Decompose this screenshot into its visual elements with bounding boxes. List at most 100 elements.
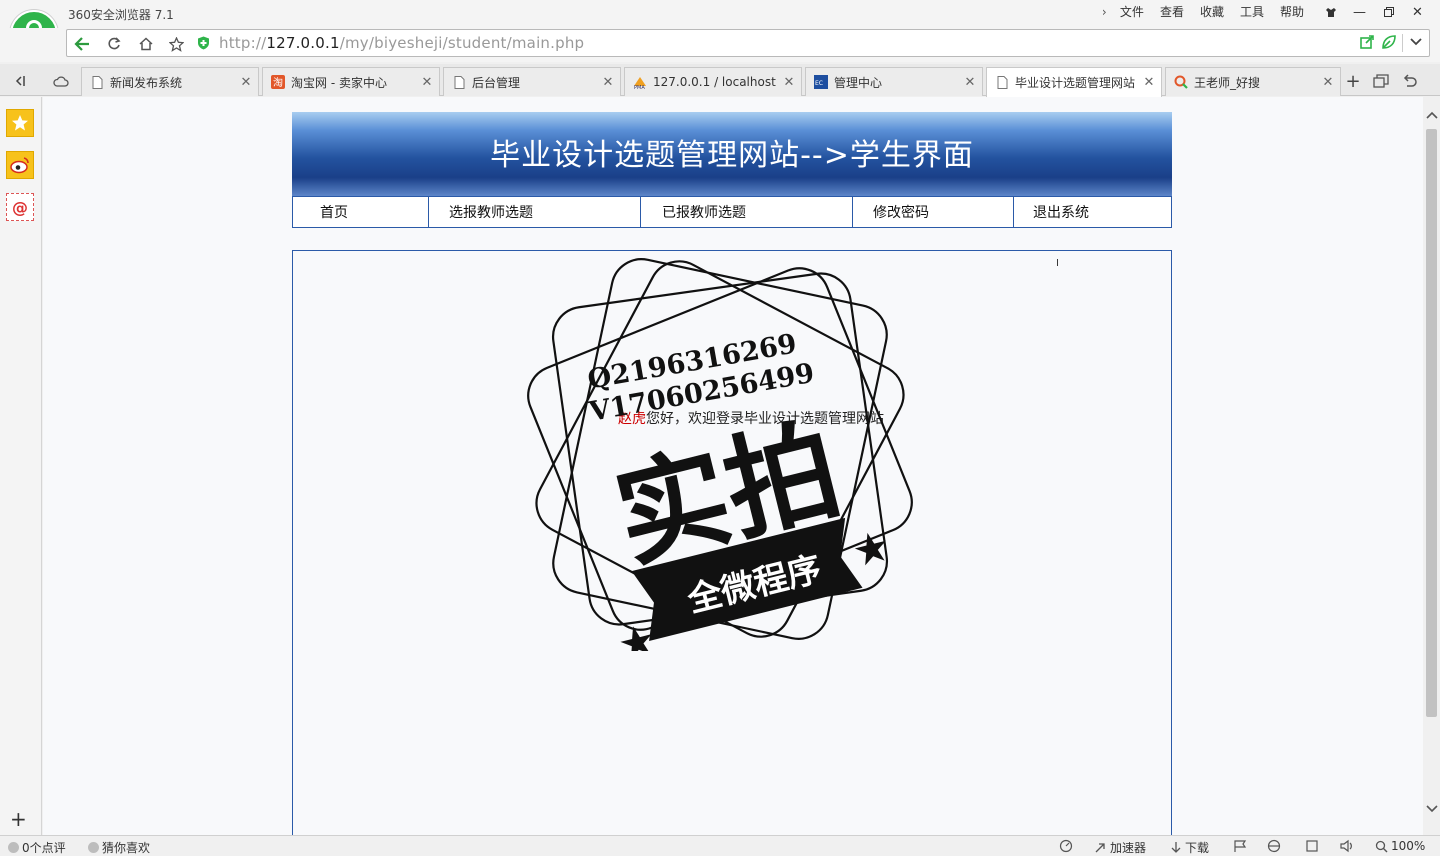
tab-close-icon[interactable]: ✕ [1141, 75, 1157, 90]
nav-select-topic[interactable]: 选报教师选题 [429, 197, 641, 227]
site-nav: 首页 选报教师选题 已报教师选题 修改密码 退出系统 [292, 196, 1172, 228]
download-button[interactable]: 下载 [1170, 839, 1209, 856]
back-button[interactable] [69, 33, 95, 55]
comments-label: 0个点评 [22, 841, 66, 855]
tab-close-icon[interactable]: ✕ [962, 75, 978, 90]
share-icon[interactable] [1360, 34, 1375, 52]
tab-close-icon[interactable]: ✕ [781, 75, 797, 90]
bookmark-star-button[interactable] [163, 33, 189, 55]
zoom-label: 100% [1391, 839, 1426, 853]
tab-label: 后台管理 [472, 75, 521, 90]
page-icon [452, 75, 466, 89]
browser-sidebar: @ + [0, 97, 42, 835]
zoom-control[interactable]: 100% [1375, 839, 1425, 853]
tab-scroll-left-icon[interactable] [10, 72, 30, 90]
url-text[interactable]: http://127.0.0.1/my/biyesheji/student/ma… [219, 34, 584, 52]
svg-text:EC: EC [815, 80, 823, 87]
guess-like-status[interactable]: 猜你喜欢 [88, 839, 150, 856]
favorites-star-icon[interactable] [6, 109, 34, 137]
minimize-button[interactable]: — [1345, 2, 1374, 22]
page-icon [90, 75, 104, 89]
flag-icon[interactable] [1233, 839, 1247, 853]
security-shield-icon[interactable] [197, 36, 210, 53]
menu-favorites[interactable]: 收藏 [1194, 4, 1230, 20]
tab-news-system[interactable]: 新闻发布系统 ✕ [81, 67, 259, 96]
tab-label: 毕业设计选题管理网站 [1015, 76, 1136, 90]
page-viewport: 毕业设计选题管理网站-->学生界面 首页 选报教师选题 已报教师选题 修改密码 … [43, 97, 1423, 835]
guess-icon [88, 842, 99, 853]
menu-expand-icon[interactable]: › [1096, 4, 1110, 20]
site-banner: 毕业设计选题管理网站-->学生界面 [292, 112, 1172, 196]
text-cursor-icon: I [1056, 258, 1059, 269]
menu-file[interactable]: 文件 [1114, 4, 1150, 20]
comment-icon [8, 842, 19, 853]
zoom-icon [1375, 840, 1388, 852]
url-path: /my/biyesheji/student/main.php [339, 34, 585, 52]
window-icon[interactable] [1305, 839, 1319, 853]
download-icon [1171, 841, 1181, 853]
vertical-scrollbar[interactable] [1423, 97, 1440, 835]
tab-close-icon[interactable]: ✕ [238, 75, 254, 90]
taobao-icon: 淘 [271, 75, 285, 89]
accelerator-label: 加速器 [1110, 841, 1147, 855]
tab-label: 新闻发布系统 [110, 75, 183, 90]
menu-view[interactable]: 查看 [1154, 4, 1190, 20]
divider [1402, 34, 1403, 52]
scroll-down-icon[interactable] [1425, 805, 1438, 817]
tab-label: 淘宝网 - 卖家中心 [291, 75, 387, 90]
haosou-icon [1174, 75, 1188, 89]
accelerator-button[interactable]: 加速器 [1093, 839, 1146, 856]
cloud-icon[interactable] [51, 72, 71, 90]
close-window-button[interactable]: ✕ [1403, 2, 1432, 22]
comments-status[interactable]: 0个点评 [8, 839, 66, 856]
tab-haosou[interactable]: 王老师_好搜 ✕ [1165, 67, 1341, 96]
scroll-up-icon[interactable] [1425, 111, 1438, 123]
nav-home[interactable]: 首页 [293, 197, 429, 227]
tab-list-icon[interactable] [1371, 72, 1391, 90]
leaf-icon[interactable] [1381, 34, 1396, 52]
download-label: 下载 [1185, 841, 1210, 855]
page-icon [995, 76, 1009, 90]
nav-selected-topics[interactable]: 已报教师选题 [641, 197, 853, 227]
ie-icon[interactable] [1267, 839, 1281, 853]
menu-tools[interactable]: 工具 [1234, 4, 1270, 20]
tab-graduation-site[interactable]: 毕业设计选题管理网站 ✕ [986, 67, 1162, 97]
mail-at-icon[interactable]: @ [6, 193, 34, 221]
nav-logout[interactable]: 退出系统 [1014, 197, 1171, 227]
sidebar-add-button[interactable]: + [10, 807, 27, 831]
nav-change-password[interactable]: 修改密码 [853, 197, 1014, 227]
maximize-button[interactable] [1374, 2, 1403, 22]
tab-close-icon[interactable]: ✕ [419, 75, 435, 90]
tab-management-center[interactable]: EC 管理中心 ✕ [805, 67, 983, 96]
undo-close-tab-icon[interactable] [1400, 72, 1420, 90]
new-tab-button[interactable]: + [1343, 71, 1363, 92]
home-button[interactable] [133, 33, 159, 55]
skin-icon[interactable] [1316, 2, 1345, 22]
browser-titlebar: 360安全浏览器 7.1 › 文件 查看 收藏 工具 帮助 — ✕ [0, 0, 1440, 28]
banner-title: 毕业设计选题管理网站-->学生界面 [490, 138, 974, 173]
weibo-icon[interactable] [6, 151, 34, 179]
refresh-button[interactable] [101, 33, 127, 55]
tab-taobao[interactable]: 淘 淘宝网 - 卖家中心 ✕ [262, 67, 440, 96]
rocket-icon [1095, 842, 1105, 852]
tab-close-icon[interactable]: ✕ [1320, 75, 1336, 90]
watermark-stamp: Q2196316269 V17060256499 实拍 全微程序 [527, 258, 913, 651]
address-bar[interactable]: http://127.0.0.1/my/biyesheji/student/ma… [66, 29, 1430, 57]
address-bar-tools [1360, 34, 1423, 52]
app-title: 360安全浏览器 7.1 [68, 8, 174, 22]
menu-help[interactable]: 帮助 [1274, 4, 1310, 20]
volume-icon[interactable] [1339, 839, 1355, 853]
tab-phpmyadmin[interactable]: PMA 127.0.0.1 / localhost ✕ [624, 67, 802, 96]
phpmyadmin-icon: PMA [633, 75, 647, 89]
url-host: 127.0.0.1 [266, 34, 340, 52]
tab-admin[interactable]: 后台管理 ✕ [443, 67, 621, 96]
ecshop-icon: EC [814, 75, 828, 89]
tab-close-icon[interactable]: ✕ [600, 75, 616, 90]
speed-icon[interactable] [1059, 839, 1073, 853]
tab-label: 王老师_好搜 [1194, 75, 1261, 90]
guess-label: 猜你喜欢 [102, 841, 151, 855]
status-bar: 0个点评 猜你喜欢 加速器 下载 100% [0, 835, 1440, 855]
scroll-thumb[interactable] [1426, 129, 1437, 717]
window-controls: — ✕ [1316, 2, 1432, 22]
address-dropdown-icon[interactable] [1409, 36, 1423, 50]
